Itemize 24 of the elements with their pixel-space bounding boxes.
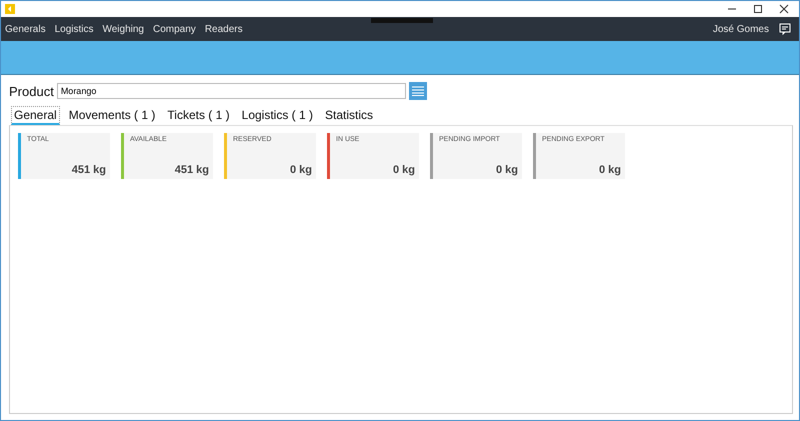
stat-value: 0 kg <box>392 164 415 176</box>
tab[interactable]: Statistics <box>322 106 376 125</box>
menu-item[interactable]: Generals <box>5 24 46 34</box>
list-icon <box>412 86 424 96</box>
tab[interactable]: General <box>11 106 60 125</box>
app-icon <box>5 4 15 14</box>
stat-value: 451 kg <box>70 164 106 176</box>
menu-item[interactable]: Logistics <box>54 24 94 34</box>
stat-value: 0 kg <box>494 164 518 176</box>
product-label: Product <box>9 84 54 98</box>
list-button[interactable] <box>408 82 427 100</box>
user-name[interactable]: José Gomes <box>712 24 769 34</box>
menu-item[interactable]: Weighing <box>102 24 144 34</box>
tab[interactable]: Logistics ( 1 ) <box>238 106 316 125</box>
menu-item[interactable]: Readers <box>204 24 243 34</box>
message-icon[interactable] <box>779 23 791 35</box>
tab[interactable]: Tickets ( 1 ) <box>164 106 233 125</box>
drag-handle[interactable] <box>371 18 433 23</box>
product-field[interactable]: Morango <box>56 83 406 99</box>
stat-value: 451 kg <box>174 164 209 176</box>
tab[interactable]: Movements ( 1 ) <box>66 106 158 125</box>
stat-value: 0 kg <box>598 164 621 176</box>
stat-value: 0 kg <box>288 164 312 176</box>
menu-item[interactable]: Company <box>153 24 196 34</box>
